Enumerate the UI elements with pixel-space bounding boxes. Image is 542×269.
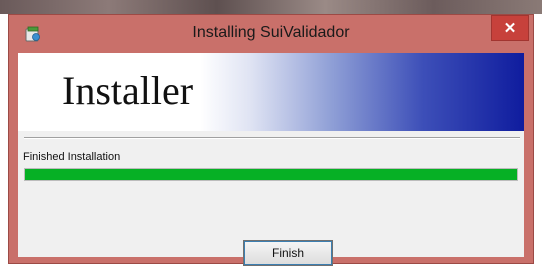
close-button[interactable]: ✕ bbox=[491, 15, 529, 41]
title-bar[interactable]: Installing SuiValidador ✕ bbox=[9, 15, 533, 51]
close-icon: ✕ bbox=[503, 20, 517, 37]
installer-banner: Installer bbox=[18, 53, 524, 131]
banner-title: Installer bbox=[62, 68, 194, 113]
desktop-background bbox=[0, 0, 542, 14]
progress-bar bbox=[24, 168, 518, 181]
finish-button[interactable]: Finish bbox=[243, 240, 333, 266]
installer-content: Installer Finished Installation Finish bbox=[18, 53, 524, 266]
window-title: Installing SuiValidador bbox=[192, 24, 350, 41]
banner-divider bbox=[24, 137, 520, 139]
status-label: Finished Installation bbox=[23, 151, 121, 163]
progress-bar-fill bbox=[25, 169, 517, 180]
installer-window: Installing SuiValidador ✕ Installer Fini… bbox=[8, 14, 534, 266]
